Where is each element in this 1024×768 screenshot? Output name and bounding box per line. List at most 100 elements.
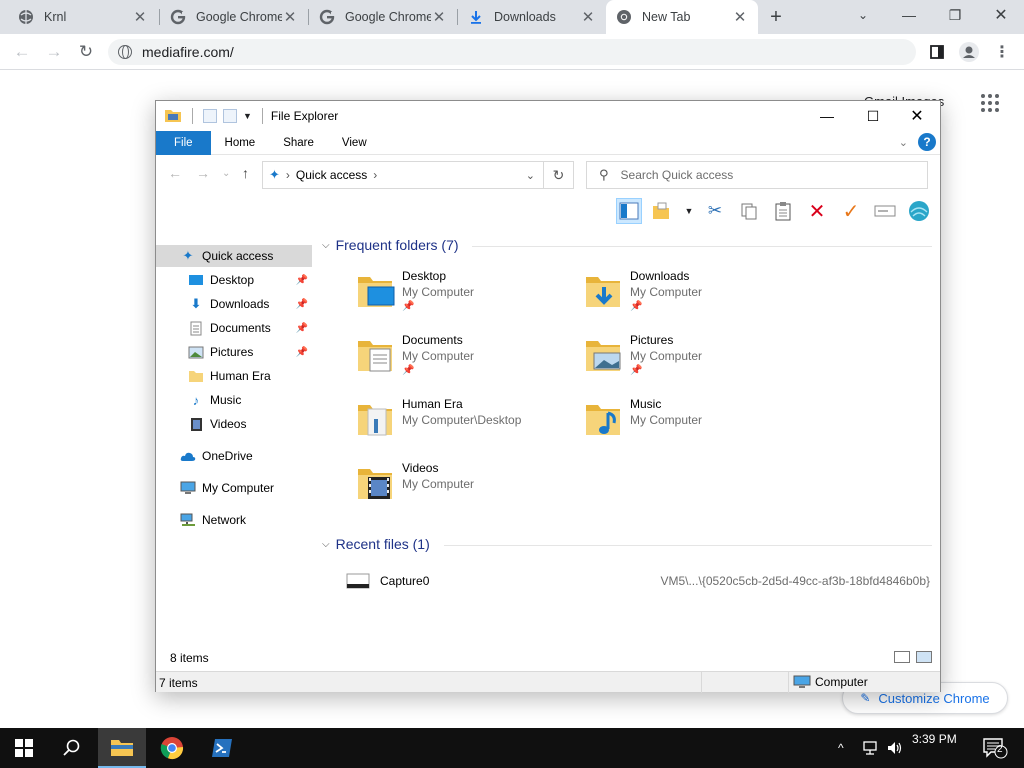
customize-qa-chevron-icon[interactable]: ▼ xyxy=(243,111,252,121)
taskbar-chrome[interactable] xyxy=(148,728,196,768)
network-globe-icon[interactable] xyxy=(906,198,932,224)
pin-icon[interactable]: 📌 xyxy=(402,301,414,312)
preview-pane-icon[interactable] xyxy=(616,198,642,224)
nav-documents[interactable]: Documents 📌 xyxy=(156,317,312,339)
cut-icon[interactable]: ✂ xyxy=(702,198,728,224)
nav-human-era[interactable]: Human Era xyxy=(156,365,312,387)
recent-file-row[interactable]: Capture0 VM5\...\{0520c5cb-2d5d-49cc-af3… xyxy=(346,571,938,591)
refresh-button[interactable]: ↻ xyxy=(544,161,574,189)
collapse-chevron-icon[interactable]: ⌵ xyxy=(322,539,330,550)
close-icon[interactable]: ✕ xyxy=(431,9,447,26)
expand-ribbon-chevron-icon[interactable]: ⌄ xyxy=(899,136,908,149)
close-window-button[interactable]: ✕ xyxy=(978,0,1024,30)
explorer-maximize-button[interactable]: ☐ xyxy=(850,101,896,131)
folder-documents[interactable]: Documents My Computer 📌 xyxy=(356,333,576,389)
close-icon[interactable]: ✕ xyxy=(282,9,298,26)
explorer-forward-button[interactable]: → xyxy=(196,165,210,181)
properties-icon[interactable] xyxy=(203,109,217,123)
delete-icon[interactable]: ✕ xyxy=(804,198,830,224)
tab-search-chevron-icon[interactable]: ⌄ xyxy=(840,0,886,30)
explorer-back-button[interactable]: ← xyxy=(168,165,182,181)
collapse-chevron-icon[interactable]: ⌵ xyxy=(322,240,330,251)
minimize-button[interactable]: — xyxy=(886,0,932,30)
tab-krnl[interactable]: Krnl ✕ xyxy=(8,0,158,34)
nav-quick-access[interactable]: ✦ Quick access xyxy=(156,245,312,267)
pin-icon[interactable]: 📌 xyxy=(296,299,308,310)
pin-icon[interactable]: 📌 xyxy=(296,347,308,358)
tab-new-tab[interactable]: New Tab ✕ xyxy=(606,0,758,34)
start-button[interactable] xyxy=(0,728,48,768)
nav-network[interactable]: Network xyxy=(156,509,312,531)
pin-icon[interactable]: 📌 xyxy=(402,365,414,376)
folder-videos[interactable]: Videos My Computer xyxy=(356,461,576,517)
tab-view[interactable]: View xyxy=(328,131,381,155)
copy-icon[interactable] xyxy=(736,198,762,224)
restore-button[interactable]: ❐ xyxy=(932,0,978,30)
close-icon[interactable]: ✕ xyxy=(132,9,148,26)
checkmark-icon[interactable]: ✓ xyxy=(838,198,864,224)
address-dropdown-chevron-icon[interactable]: ⌄ xyxy=(526,169,535,182)
search-input[interactable]: ⚲ Search Quick access xyxy=(586,161,928,189)
nav-downloads[interactable]: ⬇ Downloads 📌 xyxy=(156,293,312,315)
menu-kebab-icon[interactable]: ⋮ xyxy=(992,42,1012,62)
large-icons-view-icon[interactable] xyxy=(916,651,932,663)
reload-button[interactable]: ↻ xyxy=(74,40,98,64)
breadcrumb-quick-access[interactable]: Quick access xyxy=(296,168,367,182)
explorer-address-bar[interactable]: ✦ › Quick access › ⌄ xyxy=(262,161,544,189)
pin-icon[interactable]: 📌 xyxy=(630,301,642,312)
apps-grid-icon[interactable] xyxy=(981,94,999,112)
rename-icon[interactable] xyxy=(872,198,898,224)
tab-google-chrome-1[interactable]: Google Chrome ✕ xyxy=(160,0,308,34)
frequent-folders-header[interactable]: ⌵ Frequent folders (7) xyxy=(322,237,459,253)
taskbar-powershell[interactable] xyxy=(198,728,246,768)
folder-desktop[interactable]: Desktop My Computer 📌 xyxy=(356,269,576,325)
explorer-minimize-button[interactable]: — xyxy=(804,101,850,131)
profile-avatar[interactable] xyxy=(959,42,979,62)
address-bar[interactable]: mediafire.com/ xyxy=(108,39,916,65)
nav-videos[interactable]: Videos xyxy=(156,413,312,435)
close-icon[interactable]: ✕ xyxy=(732,9,748,26)
volume-icon[interactable] xyxy=(886,728,904,768)
tab-home[interactable]: Home xyxy=(211,131,270,155)
folder-music[interactable]: Music My Computer xyxy=(584,397,804,453)
nav-pictures[interactable]: Pictures 📌 xyxy=(156,341,312,363)
nav-onedrive[interactable]: OneDrive xyxy=(156,445,312,467)
notification-center-icon[interactable]: 2 xyxy=(982,728,1008,768)
details-view-icon[interactable] xyxy=(894,651,910,663)
help-icon[interactable]: ? xyxy=(918,133,936,151)
nav-my-computer[interactable]: My Computer xyxy=(156,477,312,499)
pin-icon[interactable]: 📌 xyxy=(296,323,308,334)
pin-icon[interactable]: 📌 xyxy=(630,365,642,376)
tab-google-chrome-2[interactable]: Google Chrome ✕ xyxy=(309,0,457,34)
pin-icon[interactable]: 📌 xyxy=(296,275,308,286)
side-panel-icon[interactable] xyxy=(927,42,947,62)
paste-icon[interactable] xyxy=(770,198,796,224)
new-folder-dropdown-icon[interactable] xyxy=(650,198,676,224)
explorer-close-button[interactable]: ✕ xyxy=(894,101,940,131)
tab-share[interactable]: Share xyxy=(269,131,328,155)
recent-locations-chevron-icon[interactable]: ⌄ xyxy=(222,168,230,179)
back-button[interactable]: ← xyxy=(10,40,34,64)
system-clock[interactable]: 3:39 PM xyxy=(912,732,957,746)
tab-file[interactable]: File xyxy=(156,130,211,155)
new-tab-button[interactable]: + xyxy=(765,6,787,28)
folder-pictures[interactable]: Pictures My Computer 📌 xyxy=(584,333,804,389)
forward-button[interactable]: → xyxy=(42,40,66,64)
folder-human-era[interactable]: Human Era My Computer\Desktop xyxy=(356,397,576,453)
show-hidden-icons-chevron-icon[interactable]: ^ xyxy=(838,728,844,768)
site-info-icon[interactable] xyxy=(118,45,132,59)
tab-label: Downloads xyxy=(494,10,556,24)
up-button[interactable]: ↑ xyxy=(242,165,249,181)
nav-desktop[interactable]: Desktop 📌 xyxy=(156,269,312,291)
close-icon[interactable]: ✕ xyxy=(580,9,596,26)
folder-location: My Computer xyxy=(630,349,703,363)
chevron-down-icon[interactable]: ▼ xyxy=(684,198,694,224)
taskbar-search-button[interactable] xyxy=(48,728,96,768)
tab-downloads[interactable]: Downloads ✕ xyxy=(458,0,606,34)
nav-music[interactable]: ♪ Music xyxy=(156,389,312,411)
new-folder-icon[interactable] xyxy=(223,109,237,123)
recent-files-header[interactable]: ⌵ Recent files (1) xyxy=(322,536,430,552)
folder-downloads[interactable]: Downloads My Computer 📌 xyxy=(584,269,804,325)
network-tray-icon[interactable] xyxy=(862,728,880,768)
taskbar-file-explorer[interactable] xyxy=(98,728,146,768)
